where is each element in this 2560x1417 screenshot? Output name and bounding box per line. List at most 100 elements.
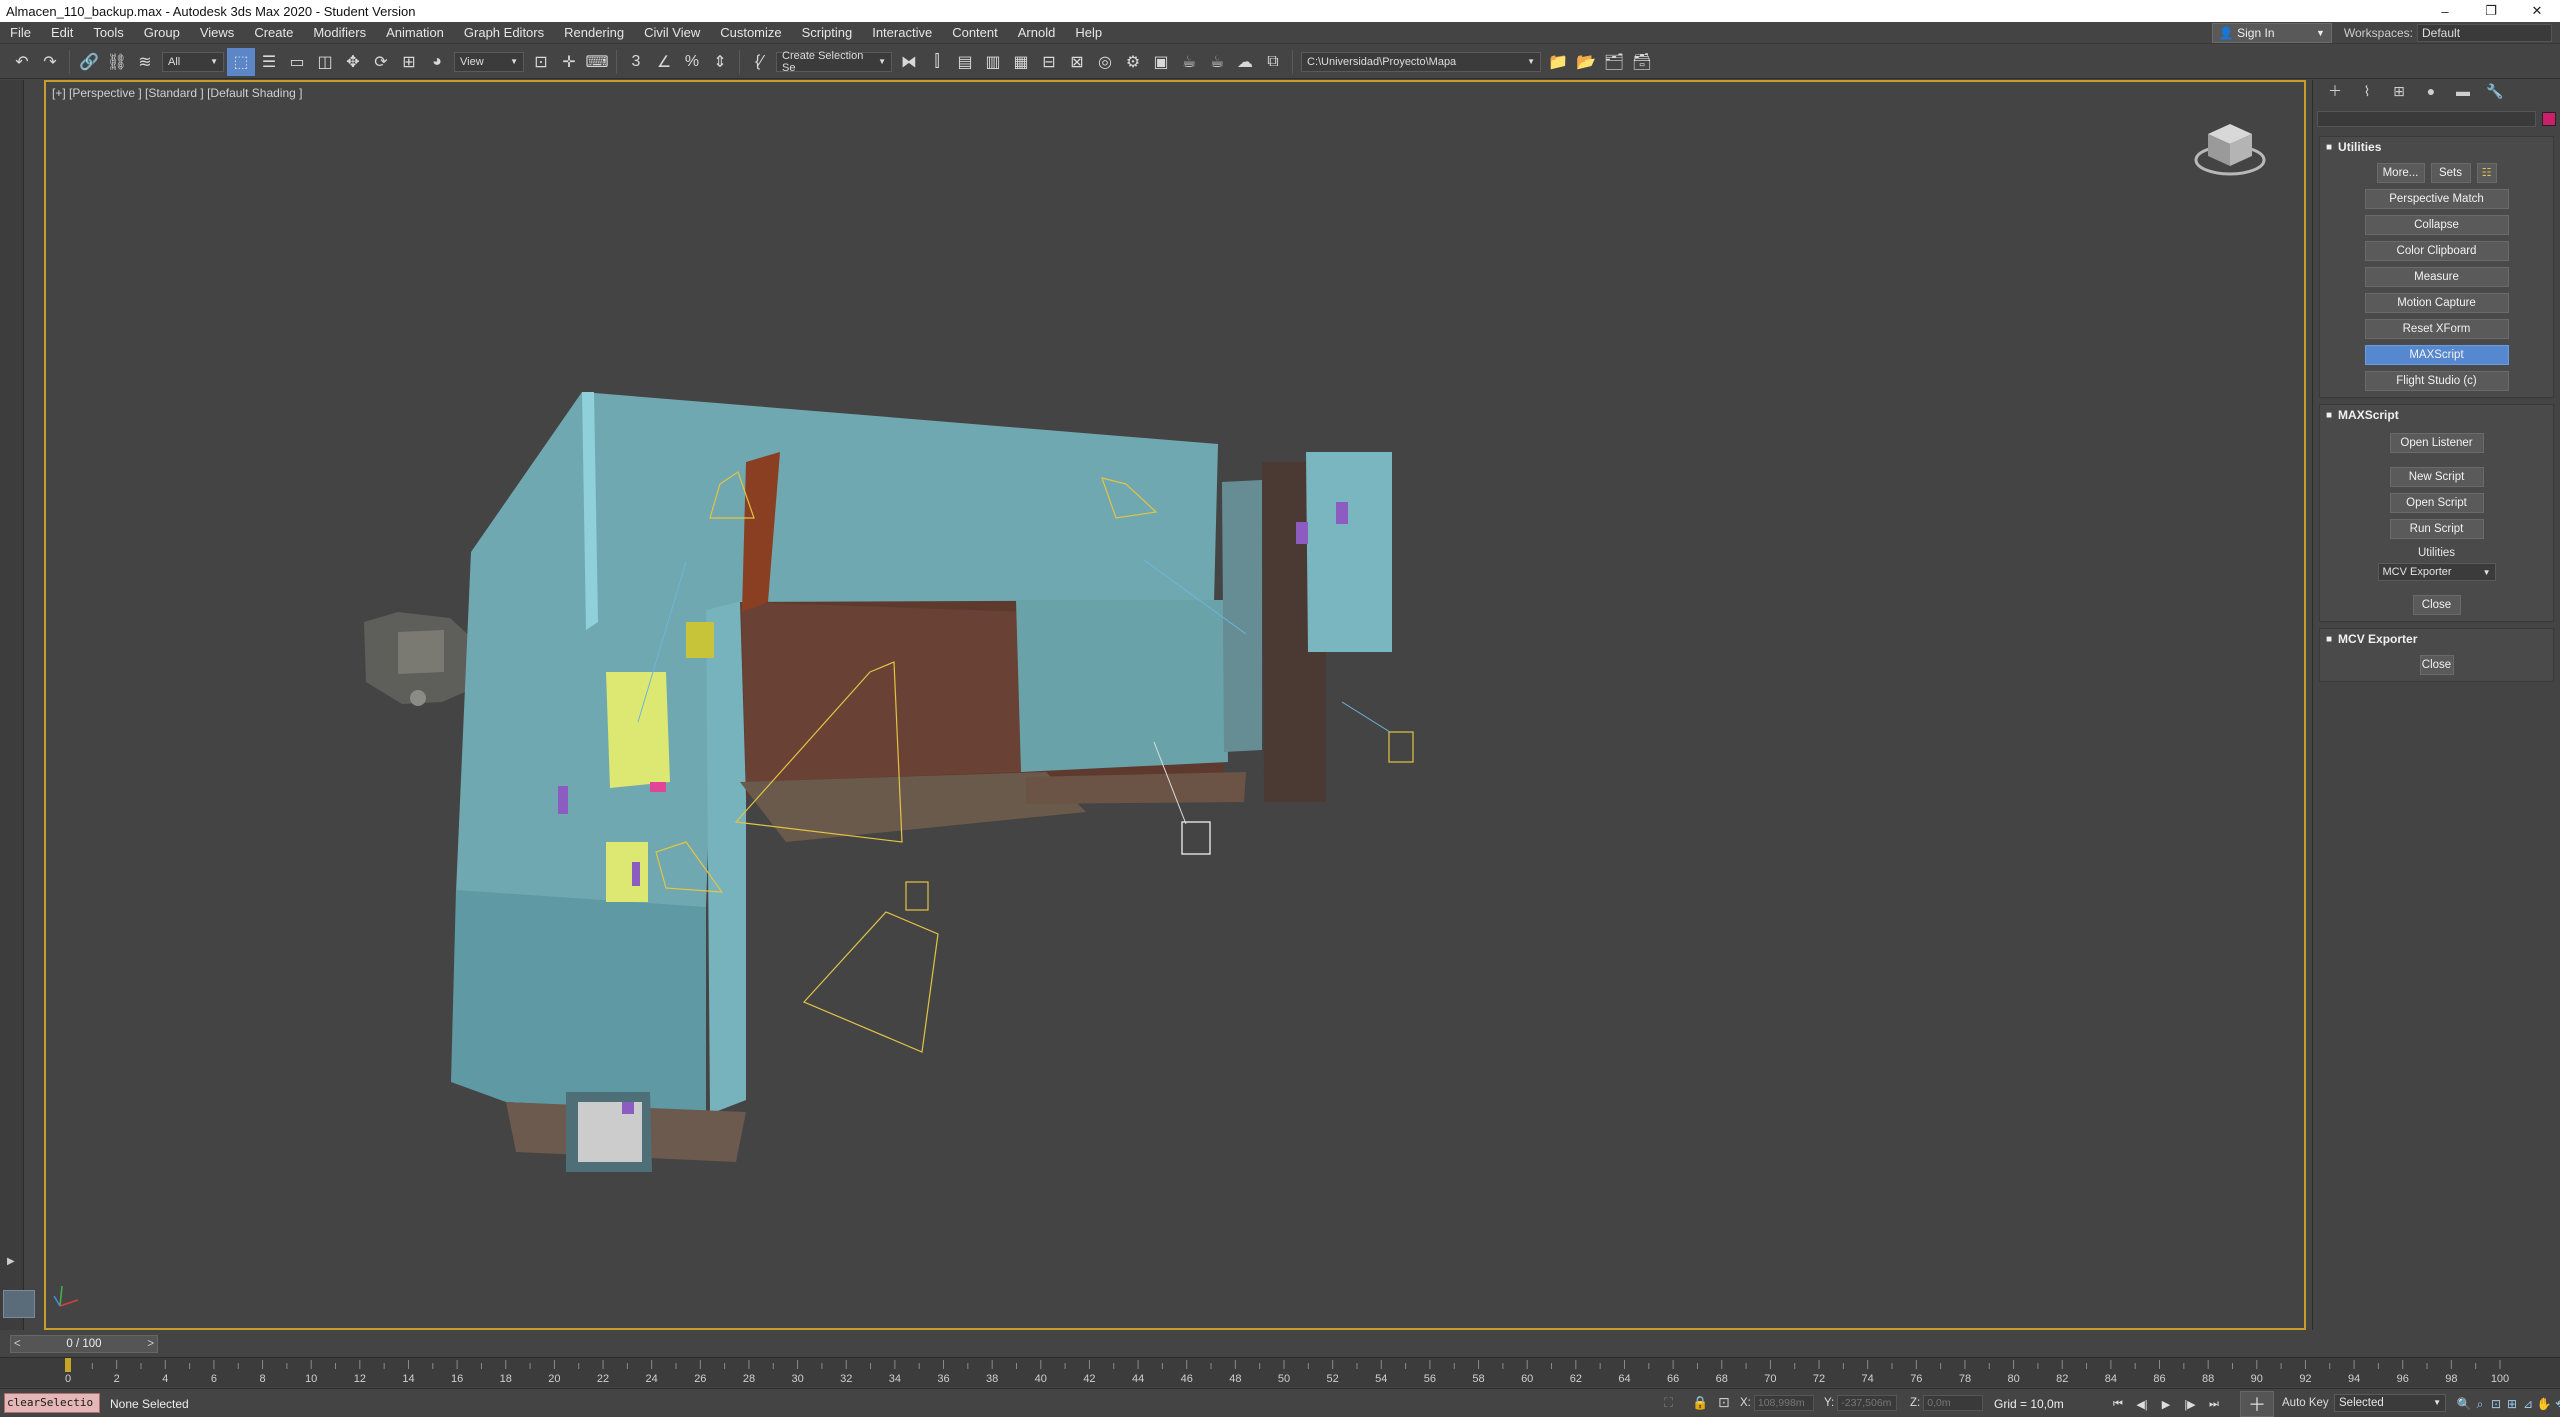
named-selection-dropdown[interactable]: Create Selection Se ▼ — [776, 50, 892, 74]
run-script-button[interactable]: Run Script — [2389, 519, 2484, 539]
menu-rendering[interactable]: Rendering — [554, 22, 634, 44]
undo-icon[interactable]: ↶ — [8, 48, 36, 76]
viewport-layout-button[interactable] — [3, 1290, 35, 1318]
bind-spacewarp-icon[interactable]: ≋ — [131, 48, 159, 76]
ref-coord-dropdown[interactable]: View ▼ — [454, 51, 524, 72]
render-setup-icon[interactable]: ⚙ — [1119, 48, 1147, 76]
spinner-snap-icon[interactable]: ⇕ — [706, 48, 734, 76]
x-coordinate[interactable]: X: 108,998m — [1740, 1395, 1814, 1411]
restore-button[interactable]: ❐ — [2468, 0, 2514, 22]
selection-filter-dropdown[interactable]: All ▼ — [162, 51, 224, 72]
angle-snap-icon[interactable]: ∠ — [650, 48, 678, 76]
menu-content[interactable]: Content — [942, 22, 1008, 44]
link-icon[interactable]: 🔗 — [75, 48, 103, 76]
orbit-icon[interactable]: ⟲ — [2552, 1394, 2560, 1414]
minimize-button[interactable]: – — [2422, 0, 2468, 22]
prev-frame-icon[interactable]: < — [14, 1336, 21, 1352]
menu-animation[interactable]: Animation — [376, 22, 454, 44]
menu-scripting[interactable]: Scripting — [792, 22, 863, 44]
menu-views[interactable]: Views — [190, 22, 244, 44]
utilities-rollout-header[interactable]: ■ Utilities — [2320, 137, 2553, 157]
window-crossing-icon[interactable]: ◫ — [311, 48, 339, 76]
z-value[interactable]: 0,0m — [1923, 1395, 1984, 1411]
maxscript-mini-listener[interactable]: clearSelectio — [4, 1393, 100, 1413]
motion-tab-icon[interactable]: ● — [2415, 83, 2447, 99]
close-mcv-button[interactable]: Close — [2419, 655, 2454, 675]
rect-selection-icon[interactable]: ▭ — [283, 48, 311, 76]
project-folder-icon[interactable]: 📁 — [1544, 48, 1572, 76]
play-icon[interactable]: ▶ — [2154, 1394, 2178, 1414]
x-value[interactable]: 108,998m — [1753, 1395, 1814, 1411]
render-iterative-icon[interactable]: ☕ — [1203, 48, 1231, 76]
perspective-viewport[interactable]: [+] [Perspective ] [Standard ] [Default … — [44, 80, 2306, 1330]
zoom-extents-all-icon[interactable]: ⊞ — [2504, 1394, 2520, 1414]
menu-edit[interactable]: Edit — [41, 22, 83, 44]
utility-select[interactable]: MCV Exporter ▼ — [2377, 563, 2496, 581]
toggle-ribbon-icon[interactable]: ▦ — [1007, 48, 1035, 76]
isolate-selection-icon[interactable]: ⛶ — [1664, 1395, 1673, 1411]
y-coordinate[interactable]: Y: -237,506m — [1824, 1395, 1898, 1411]
more-button[interactable]: More... — [2376, 163, 2425, 183]
select-object-icon[interactable]: ⬚ — [227, 47, 255, 76]
open-listener-button[interactable]: Open Listener — [2389, 433, 2484, 453]
percent-snap-icon[interactable]: % — [678, 48, 706, 76]
menu-create[interactable]: Create — [244, 22, 303, 44]
zoom-all-icon[interactable]: ⌕ — [2472, 1394, 2488, 1414]
menu-tools[interactable]: Tools — [83, 22, 133, 44]
utilities-tab-icon[interactable]: 🔧 — [2479, 83, 2511, 100]
hierarchy-tab-icon[interactable]: ⊞ — [2383, 83, 2415, 100]
schematic-view-icon[interactable]: ⊠ — [1063, 48, 1091, 76]
auto-key-button[interactable]: Auto Key — [2282, 1397, 2329, 1409]
select-by-name-icon[interactable]: ☰ — [255, 48, 283, 76]
curve-editor-icon[interactable]: ⊟ — [1035, 48, 1063, 76]
measure-button[interactable]: Measure — [2364, 267, 2509, 287]
snaps-toggle-icon[interactable]: 3 — [622, 48, 650, 76]
zoom-extents-icon[interactable]: ⊡ — [2488, 1394, 2504, 1414]
redo-icon[interactable]: ↷ — [36, 48, 64, 76]
mirror-icon[interactable]: ⧓ — [895, 48, 923, 76]
current-frame-marker[interactable] — [65, 1358, 71, 1372]
next-frame-icon[interactable]: |▶ — [2178, 1394, 2202, 1414]
move-icon[interactable]: ✥ — [339, 48, 367, 76]
maxscript-rollout-header[interactable]: ■ MAXScript — [2320, 405, 2553, 425]
edit-named-selection-icon[interactable]: {⁄ — [745, 48, 773, 76]
project-path-dropdown[interactable]: C:\Universidad\Proyecto\Mapa ▼ — [1301, 51, 1541, 72]
activeshade-icon[interactable]: ⧉ — [1259, 48, 1287, 76]
menu-graph-editors[interactable]: Graph Editors — [454, 22, 554, 44]
lock-icon[interactable]: 🔒 — [1692, 1395, 1708, 1411]
menu-help[interactable]: Help — [1065, 22, 1112, 44]
field-of-view-icon[interactable]: ⊿ — [2520, 1394, 2536, 1414]
pivot-center-icon[interactable]: ⊡ — [527, 48, 555, 76]
motion-capture-button[interactable]: Motion Capture — [2364, 293, 2509, 313]
y-value[interactable]: -237,506m — [1837, 1395, 1898, 1411]
mcv-exporter-rollout-header[interactable]: ■ MCV Exporter — [2320, 629, 2553, 649]
track-bar[interactable]: 0 2 4 6 8 10 12 14 16 18 20 22 24 26 28 30 32 34 36 38 40 42 4… — [0, 1357, 2560, 1387]
menu-civil-view[interactable]: Civil View — [634, 22, 710, 44]
layer-explorer-icon[interactable]: ▥ — [979, 48, 1007, 76]
material-editor-icon[interactable]: ◎ — [1091, 48, 1119, 76]
rendered-frame-icon[interactable]: ▣ — [1147, 48, 1175, 76]
workspace-select[interactable]: Default — [2417, 24, 2552, 42]
menu-interactive[interactable]: Interactive — [862, 22, 942, 44]
maxscript-button[interactable]: MAXScript — [2364, 345, 2509, 365]
viewcube-icon[interactable] — [2190, 110, 2270, 190]
close-window-button[interactable]: ✕ — [2514, 0, 2560, 22]
z-coordinate[interactable]: Z: 0,0m — [1910, 1395, 1984, 1411]
new-script-button[interactable]: New Script — [2389, 467, 2484, 487]
render-production-icon[interactable]: ☕ — [1175, 48, 1203, 76]
select-manipulate-icon[interactable]: ✛ — [555, 48, 583, 76]
reset-xform-button[interactable]: Reset XForm — [2364, 319, 2509, 339]
menu-file[interactable]: File — [0, 22, 41, 44]
place-icon[interactable]: ◕ — [423, 48, 451, 76]
pan-icon[interactable]: ✋ — [2536, 1394, 2552, 1414]
unlink-icon[interactable]: ⛓ — [103, 48, 131, 76]
create-project-icon[interactable]: 🗂 — [1600, 48, 1628, 76]
go-to-end-icon[interactable]: ⏭ — [2202, 1394, 2226, 1414]
set-key-button[interactable]: ＋ — [2240, 1391, 2274, 1417]
previous-frame-icon[interactable]: ◀| — [2130, 1394, 2154, 1414]
color-clipboard-button[interactable]: Color Clipboard — [2364, 241, 2509, 261]
display-tab-icon[interactable]: ▬ — [2447, 83, 2479, 99]
flight-studio-button[interactable]: Flight Studio (c) — [2364, 371, 2509, 391]
rotate-icon[interactable]: ⟳ — [367, 48, 395, 76]
open-script-button[interactable]: Open Script — [2389, 493, 2484, 513]
